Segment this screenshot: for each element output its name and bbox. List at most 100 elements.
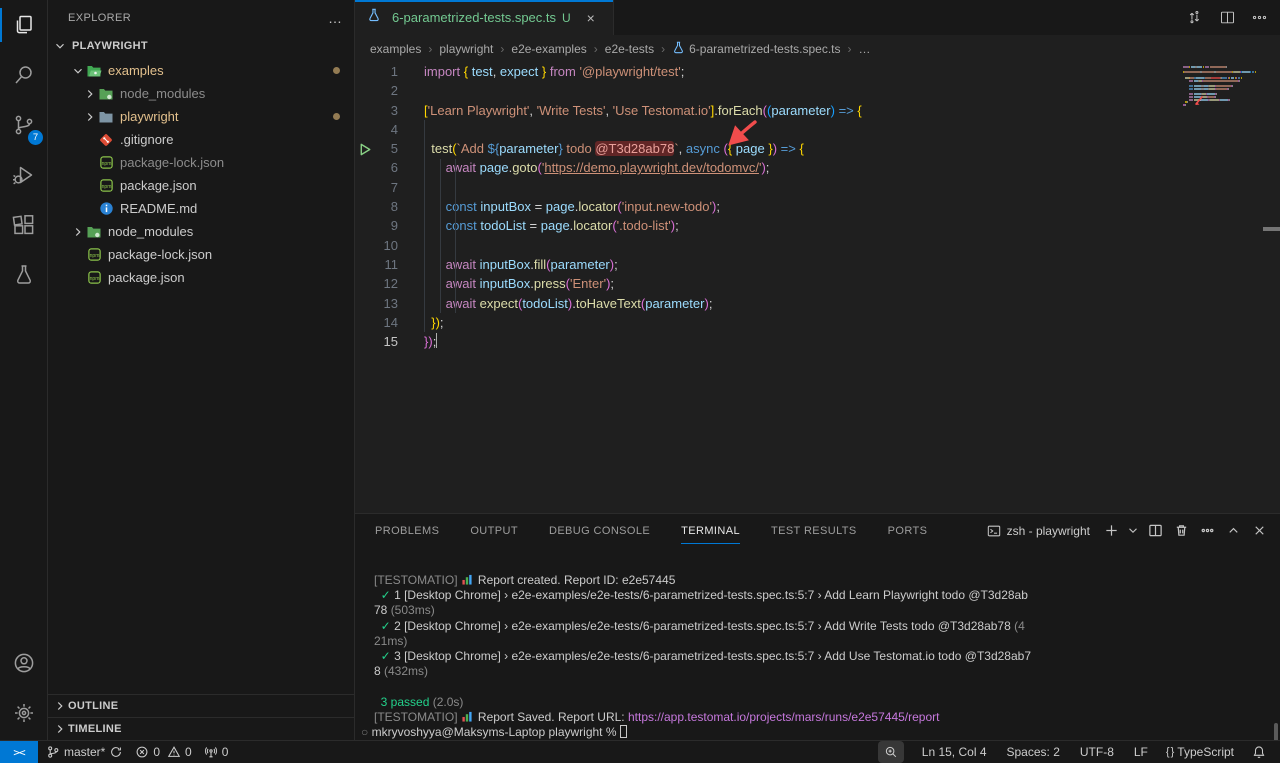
- warning-count: 0: [185, 745, 192, 759]
- file-label: package-lock.json: [108, 247, 354, 262]
- cursor-position-item[interactable]: Ln 15, Col 4: [916, 741, 993, 763]
- breadcrumb-item-e2e-examples[interactable]: e2e-examples: [511, 42, 586, 56]
- panel-tab-ports[interactable]: PORTS: [888, 514, 928, 547]
- tab-parametrized-tests[interactable]: 6-parametrized-tests.spec.ts U ×: [355, 0, 614, 35]
- code-line-5[interactable]: 5 test(`Add ${parameter} todo @T3d28ab78…: [355, 139, 1280, 158]
- run-test-icon[interactable]: [358, 142, 373, 158]
- activity-extensions-icon[interactable]: [0, 200, 48, 250]
- line-number: 7: [355, 178, 398, 197]
- notifications-item[interactable]: [1246, 741, 1272, 763]
- close-panel-icon[interactable]: [1248, 520, 1270, 542]
- terminal-line: 8 (432ms): [374, 664, 1280, 679]
- compare-changes-icon[interactable]: [1182, 5, 1208, 31]
- code-line-12[interactable]: 12 await inputBox.press('Enter');: [355, 274, 1280, 293]
- code-line-8[interactable]: 8 const inputBox = page.locator('input.n…: [355, 197, 1280, 216]
- folder-slate-icon: [98, 109, 114, 125]
- activity-testing-flask-icon[interactable]: [0, 250, 48, 300]
- terminal-output[interactable]: [TESTOMATIO] Report created. Report ID: …: [355, 547, 1280, 740]
- outline-section[interactable]: OUTLINE: [48, 694, 354, 717]
- maximize-panel-icon[interactable]: [1222, 520, 1244, 542]
- code-line-15[interactable]: 15});: [355, 332, 1280, 351]
- explorer-item-node_modules[interactable]: node_modules: [48, 220, 354, 243]
- warning-icon: [167, 745, 181, 759]
- indentation-item[interactable]: Spaces: 2: [1001, 741, 1066, 763]
- line-number: 9: [355, 216, 398, 235]
- explorer-sidebar: EXPLORER … PLAYWRIGHT examplesnode_modul…: [48, 0, 355, 740]
- code-line-11[interactable]: 11 await inputBox.fill(parameter);: [355, 255, 1280, 274]
- line-number: 1: [355, 62, 398, 81]
- sidebar-more-actions-icon[interactable]: …: [328, 10, 342, 26]
- code-line-7[interactable]: 7: [355, 178, 1280, 197]
- code-editor[interactable]: 1import { test, expect } from '@playwrig…: [355, 62, 1280, 513]
- terminal-line: 78 (503ms): [374, 603, 1280, 618]
- explorer-item-playwright[interactable]: playwright: [48, 105, 354, 128]
- npm-icon: npm: [98, 178, 114, 194]
- explorer-item-node_modules[interactable]: node_modules: [48, 82, 354, 105]
- explorer-item-package.json[interactable]: npmpackage.json: [48, 266, 354, 289]
- panel-tab-debug-console[interactable]: DEBUG CONSOLE: [549, 514, 650, 547]
- problems-item[interactable]: 0 0: [129, 741, 197, 763]
- remote-indicator[interactable]: ><: [0, 741, 38, 763]
- breadcrumb-item-e2e-tests[interactable]: e2e-tests: [605, 42, 654, 56]
- terminal-report-url[interactable]: https://app.testomat.io/projects/mars/ru…: [628, 710, 940, 724]
- tab-close-icon[interactable]: ×: [581, 8, 601, 28]
- encoding-item[interactable]: UTF-8: [1074, 741, 1120, 763]
- terminal-dropdown-icon[interactable]: [1126, 520, 1140, 542]
- code-line-9[interactable]: 9 const todoList = page.locator('.todo-l…: [355, 216, 1280, 235]
- explorer-item-examples[interactable]: examples: [48, 59, 354, 82]
- more-actions-icon[interactable]: [1196, 520, 1218, 542]
- panel-tab-test-results[interactable]: TEST RESULTS: [771, 514, 857, 547]
- explorer-item-README.md[interactable]: README.md: [48, 197, 354, 220]
- tab-filename: 6-parametrized-tests.spec.ts: [392, 10, 556, 25]
- split-editor-icon[interactable]: [1214, 5, 1240, 31]
- chevron-right-icon: [70, 224, 86, 240]
- panel-tab-problems[interactable]: PROBLEMS: [375, 514, 439, 547]
- activity-settings-gear-icon[interactable]: [0, 688, 48, 738]
- code-line-13[interactable]: 13 await expect(todoList).toHaveText(par…: [355, 294, 1280, 313]
- code-line-10[interactable]: 10: [355, 236, 1280, 255]
- explorer-item-package-lock.json[interactable]: npmpackage-lock.json: [48, 151, 354, 174]
- flask-file-icon: [367, 8, 381, 27]
- eol-item[interactable]: LF: [1128, 741, 1154, 763]
- code-url-link[interactable]: https://demo.playwright.dev/todomvc/: [544, 160, 759, 175]
- timeline-section[interactable]: TIMELINE: [48, 717, 354, 740]
- more-actions-icon[interactable]: [1246, 5, 1272, 31]
- code-line-1[interactable]: 1import { test, expect } from '@playwrig…: [355, 62, 1280, 81]
- line-number: 11: [355, 255, 398, 274]
- flask-file-icon: [672, 41, 685, 57]
- terminal-selector[interactable]: zsh - playwright: [987, 524, 1090, 538]
- code-line-3[interactable]: 3['Learn Playwright', 'Write Tests', 'Us…: [355, 101, 1280, 120]
- explorer-item-package-lock.json[interactable]: npmpackage-lock.json: [48, 243, 354, 266]
- ports-item[interactable]: 0: [198, 741, 235, 763]
- breadcrumb-item-examples[interactable]: examples: [370, 42, 421, 56]
- file-label: playwright: [120, 109, 333, 124]
- zoom-indicator[interactable]: [878, 741, 904, 763]
- code-line-14[interactable]: 14 });: [355, 313, 1280, 332]
- activity-search-icon[interactable]: [0, 50, 48, 100]
- git-branch-icon: [46, 745, 60, 759]
- code-line-2[interactable]: 2: [355, 81, 1280, 100]
- minimap[interactable]: [1183, 66, 1261, 176]
- terminal-scrollbar[interactable]: [1274, 723, 1278, 740]
- explorer-item-package.json[interactable]: npmpackage.json: [48, 174, 354, 197]
- code-line-6[interactable]: 6 await page.goto('https://demo.playwrig…: [355, 158, 1280, 177]
- language-item[interactable]: { } TypeScript: [1160, 741, 1240, 763]
- code-line-4[interactable]: 4: [355, 120, 1280, 139]
- terminal-line: 21ms): [374, 634, 1280, 649]
- git-branch-item[interactable]: master*: [40, 741, 129, 763]
- breadcrumb-item-playwright[interactable]: playwright: [439, 42, 493, 56]
- project-section-header[interactable]: PLAYWRIGHT: [48, 35, 354, 57]
- breadcrumb-item-6-parametrized-tests-spec-ts[interactable]: 6-parametrized-tests.spec.ts: [672, 41, 840, 57]
- new-terminal-icon[interactable]: [1100, 520, 1122, 542]
- kill-terminal-icon[interactable]: [1170, 520, 1192, 542]
- activity-files-icon[interactable]: [0, 0, 48, 50]
- activity-source-control-icon[interactable]: 7: [0, 100, 48, 150]
- panel-tab-terminal[interactable]: TERMINAL: [681, 514, 740, 547]
- activity-account-icon[interactable]: [0, 638, 48, 688]
- split-terminal-icon[interactable]: [1144, 520, 1166, 542]
- explorer-item-.gitignore[interactable]: .gitignore: [48, 128, 354, 151]
- outline-label: OUTLINE: [68, 700, 118, 712]
- panel-tab-output[interactable]: OUTPUT: [470, 514, 518, 547]
- breadcrumb-item--[interactable]: …: [859, 42, 871, 56]
- activity-run-debug-icon[interactable]: [0, 150, 48, 200]
